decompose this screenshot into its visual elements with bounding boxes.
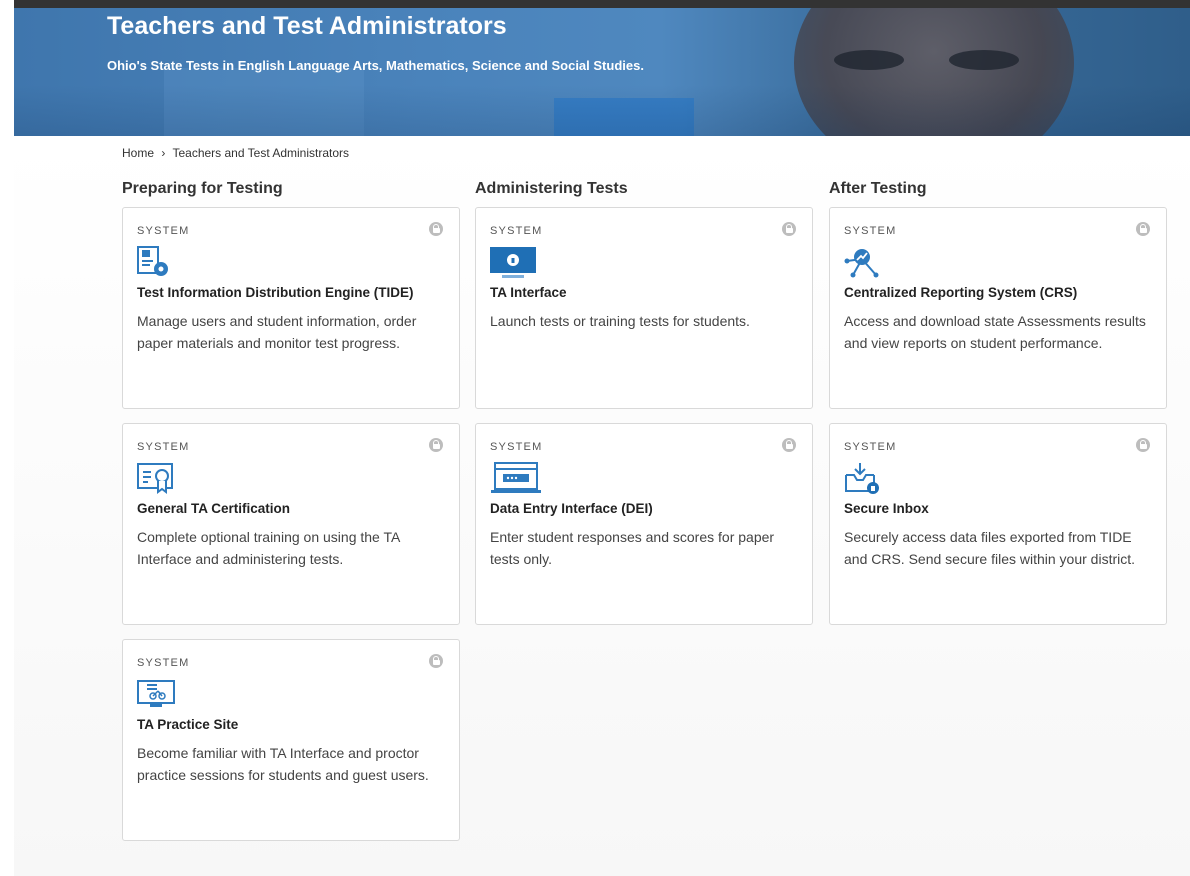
card-ta-certification[interactable]: SYSTEM General TA Certification Complete… — [122, 423, 460, 625]
breadcrumb-current: Teachers and Test Administrators — [172, 146, 350, 160]
laptop-entry-icon — [490, 461, 544, 495]
lock-icon — [1136, 222, 1150, 236]
monitor-lock-icon — [490, 245, 538, 279]
card-ta-practice-site[interactable]: SYSTEM TA Practice Site Become familiar … — [122, 639, 460, 841]
card-title[interactable]: TA Practice Site — [137, 717, 445, 732]
card-tide[interactable]: SYSTEM Test Information Distribution Eng… — [122, 207, 460, 409]
card-description: Launch tests or training tests for stude… — [490, 313, 750, 329]
id-card-gear-icon — [137, 245, 173, 279]
breadcrumb-home-link[interactable]: Home — [122, 146, 154, 160]
lock-icon — [782, 222, 796, 236]
breadcrumb-separator: › — [161, 146, 166, 160]
card-description: Manage users and student information, or… — [137, 313, 417, 351]
certificate-icon — [137, 461, 173, 495]
card-kind-label: SYSTEM — [137, 225, 190, 237]
card-kind-label: SYSTEM — [490, 225, 543, 237]
card-description: Become familiar with TA Interface and pr… — [137, 745, 429, 783]
lock-icon — [429, 222, 443, 236]
card-title[interactable]: Data Entry Interface (DEI) — [490, 501, 798, 516]
card-crs[interactable]: SYSTEM Centralized Reporting System (CRS… — [829, 207, 1167, 409]
page-subtitle: Ohio's State Tests in English Language A… — [107, 58, 644, 73]
card-title[interactable]: TA Interface — [490, 285, 798, 300]
column-heading-administering: Administering Tests — [475, 180, 628, 197]
card-kind-label: SYSTEM — [137, 441, 190, 453]
practice-monitor-icon — [137, 677, 177, 711]
card-kind-label: SYSTEM — [137, 657, 190, 669]
card-dei[interactable]: SYSTEM Data Entry Interface (DEI) Enter … — [475, 423, 813, 625]
card-title[interactable]: Centralized Reporting System (CRS) — [844, 285, 1152, 300]
lock-icon — [782, 438, 796, 452]
card-title[interactable]: Secure Inbox — [844, 501, 1152, 516]
lock-icon — [429, 654, 443, 668]
card-kind-label: SYSTEM — [844, 441, 897, 453]
card-description: Access and download state Assessments re… — [844, 313, 1146, 351]
card-title[interactable]: Test Information Distribution Engine (TI… — [137, 285, 445, 300]
card-title[interactable]: General TA Certification — [137, 501, 445, 516]
inbox-lock-icon — [844, 461, 880, 495]
card-description: Enter student responses and scores for p… — [490, 529, 775, 567]
card-kind-label: SYSTEM — [844, 225, 897, 237]
card-ta-interface[interactable]: SYSTEM TA Interface Launch tests or trai… — [475, 207, 813, 409]
page-title: Teachers and Test Administrators — [107, 12, 507, 40]
lock-icon — [429, 438, 443, 452]
breadcrumb: Home › Teachers and Test Administrators — [122, 146, 349, 160]
column-heading-after: After Testing — [829, 180, 927, 197]
network-chart-icon — [844, 245, 880, 279]
lock-icon — [1136, 438, 1150, 452]
top-bar — [14, 0, 1190, 8]
column-heading-preparing: Preparing for Testing — [122, 180, 283, 197]
card-kind-label: SYSTEM — [490, 441, 543, 453]
card-description: Complete optional training on using the … — [137, 529, 400, 567]
card-description: Securely access data files exported from… — [844, 529, 1136, 567]
card-secure-inbox[interactable]: SYSTEM Secure Inbox Securely access data… — [829, 423, 1167, 625]
